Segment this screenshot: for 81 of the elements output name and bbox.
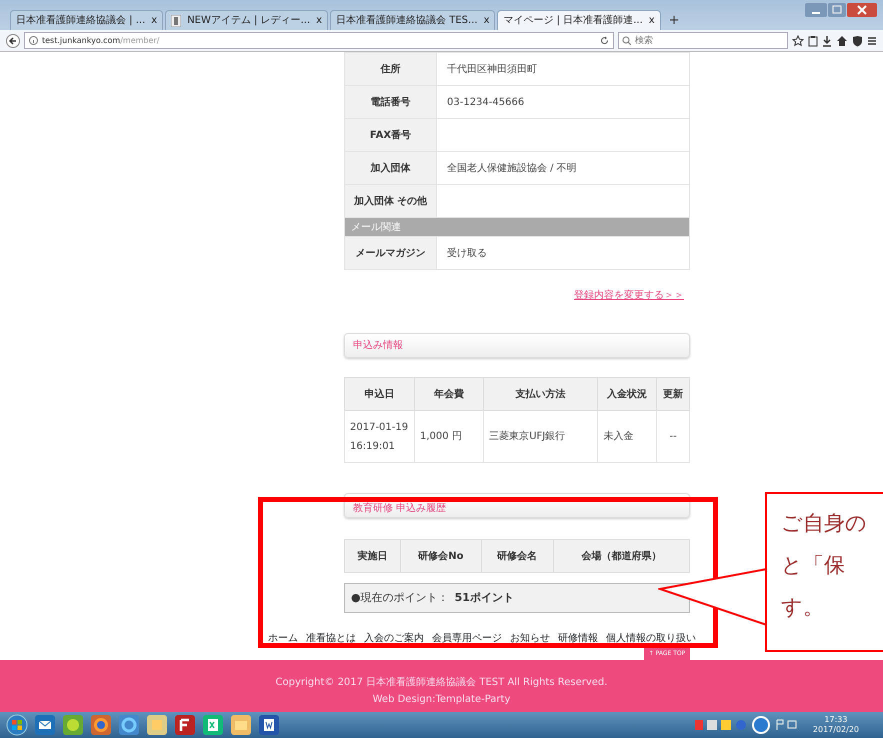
- field-value: 03-1234-45666: [436, 86, 690, 118]
- callout-text: す。: [781, 594, 825, 621]
- column-header: 更新: [656, 378, 690, 410]
- url-host: test.junkankyo.com: [42, 36, 120, 44]
- tab-title: NEWアイテム | レディー...: [187, 14, 310, 28]
- clock-date: 2017/02/20: [812, 725, 859, 735]
- start-button[interactable]: [6, 714, 28, 736]
- table-cell: 三菱東京UFJ銀行: [484, 410, 598, 462]
- minimize-button[interactable]: [805, 3, 827, 17]
- footer-link[interactable]: 入会のご案内: [364, 631, 424, 646]
- info-icon: [29, 36, 38, 45]
- tab-title: 日本准看護師連絡協議会 | ...: [16, 14, 146, 28]
- table-cell: 2017-01-19 16:19:01: [344, 410, 414, 462]
- column-header: 入金状況: [598, 378, 657, 410]
- column-header: 申込日: [344, 378, 414, 410]
- footer-link[interactable]: 会員専用ページ: [432, 631, 502, 646]
- field-label: メールマガジン: [344, 236, 436, 270]
- search-field[interactable]: 検索: [618, 32, 788, 49]
- section-header: メール関連: [344, 218, 690, 236]
- field-value: 全国老人保健施設協会 / 不明: [436, 152, 690, 184]
- star-icon[interactable]: [792, 34, 804, 46]
- new-tab-button[interactable]: +: [662, 10, 686, 30]
- footer-link[interactable]: 准看協とは: [306, 631, 356, 646]
- mail-icon[interactable]: [34, 714, 56, 736]
- panel-header: 申込み情報: [344, 333, 690, 358]
- column-header: 研修会No: [400, 540, 482, 572]
- close-button[interactable]: [847, 3, 877, 17]
- footer-link[interactable]: 個人情報の取り扱い: [606, 631, 696, 646]
- browser-icon[interactable]: [90, 714, 112, 736]
- maximize-button[interactable]: [828, 3, 846, 17]
- ftp-icon[interactable]: [174, 714, 196, 736]
- field-value: 千代田区神田須田町: [436, 52, 690, 86]
- tab-title: マイページ | 日本准看護師連...: [503, 14, 643, 28]
- field-label: 加入団体: [344, 152, 436, 184]
- credit-text: Web Design:Template-Party: [372, 693, 512, 707]
- back-button[interactable]: [6, 34, 20, 48]
- points-label: ●現在のポイント：: [351, 590, 449, 606]
- browser-icon[interactable]: [118, 714, 140, 736]
- spreadsheet-icon[interactable]: [202, 714, 224, 736]
- clipboard-icon[interactable]: [808, 34, 818, 46]
- browser-tab[interactable]: NEWアイテム | レディー... x: [165, 10, 328, 30]
- browser-tab[interactable]: 日本准看護師連絡協議会 TES... x: [330, 10, 496, 30]
- column-header: 実施日: [344, 540, 401, 572]
- footer-link[interactable]: ホーム: [268, 631, 298, 646]
- menu-icon[interactable]: [867, 34, 877, 46]
- points-value: 51ポイント: [454, 590, 514, 606]
- column-header: 会場（都道府県）: [553, 540, 690, 572]
- app-icon[interactable]: [146, 714, 168, 736]
- tab-title: 日本准看護師連絡協議会 TES...: [336, 14, 478, 28]
- callout-text: ご自身の: [781, 510, 868, 537]
- url-path: /member/: [120, 36, 160, 44]
- tab-close-button[interactable]: x: [151, 13, 158, 28]
- shield-icon[interactable]: [852, 34, 863, 46]
- callout-text: と「保: [781, 552, 846, 579]
- field-label: FAX番号: [344, 118, 436, 152]
- table-cell: --: [656, 410, 690, 462]
- reload-icon[interactable]: [600, 36, 609, 45]
- address-bar[interactable]: test.junkankyo.com/member/: [24, 32, 614, 49]
- table-cell: 未入金: [598, 410, 657, 462]
- field-value: 受け取る: [436, 236, 690, 270]
- document-icon[interactable]: [258, 714, 280, 736]
- home-icon[interactable]: [836, 34, 848, 46]
- column-header: 支払い方法: [484, 378, 598, 410]
- browser-tab[interactable]: マイページ | 日本准看護師連... x: [497, 10, 661, 30]
- footer-link[interactable]: お知らせ: [510, 631, 550, 646]
- tab-close-button[interactable]: x: [316, 13, 322, 28]
- table-cell: 1,000 円: [414, 410, 484, 462]
- tab-close-button[interactable]: x: [484, 13, 490, 28]
- footer-link[interactable]: 研修情報: [558, 631, 598, 646]
- download-icon[interactable]: [822, 34, 832, 46]
- field-label: 住所: [344, 52, 436, 86]
- column-header: 年会費: [414, 378, 484, 410]
- tab-close-button[interactable]: x: [648, 13, 655, 28]
- clock-time: 17:33: [823, 715, 848, 725]
- browser-tab[interactable]: 日本准看護師連絡協議会 | ... x: [10, 10, 164, 30]
- copyright-text: Copyright© 2017 日本准看護師連絡協議会 TEST All Rights Reserved.: [274, 676, 608, 690]
- folder-icon[interactable]: [230, 714, 252, 736]
- favicon-icon: [171, 14, 182, 26]
- column-header: 研修会名: [481, 540, 554, 572]
- field-label: 加入団体 その他: [344, 184, 436, 218]
- field-label: 電話番号: [344, 86, 436, 118]
